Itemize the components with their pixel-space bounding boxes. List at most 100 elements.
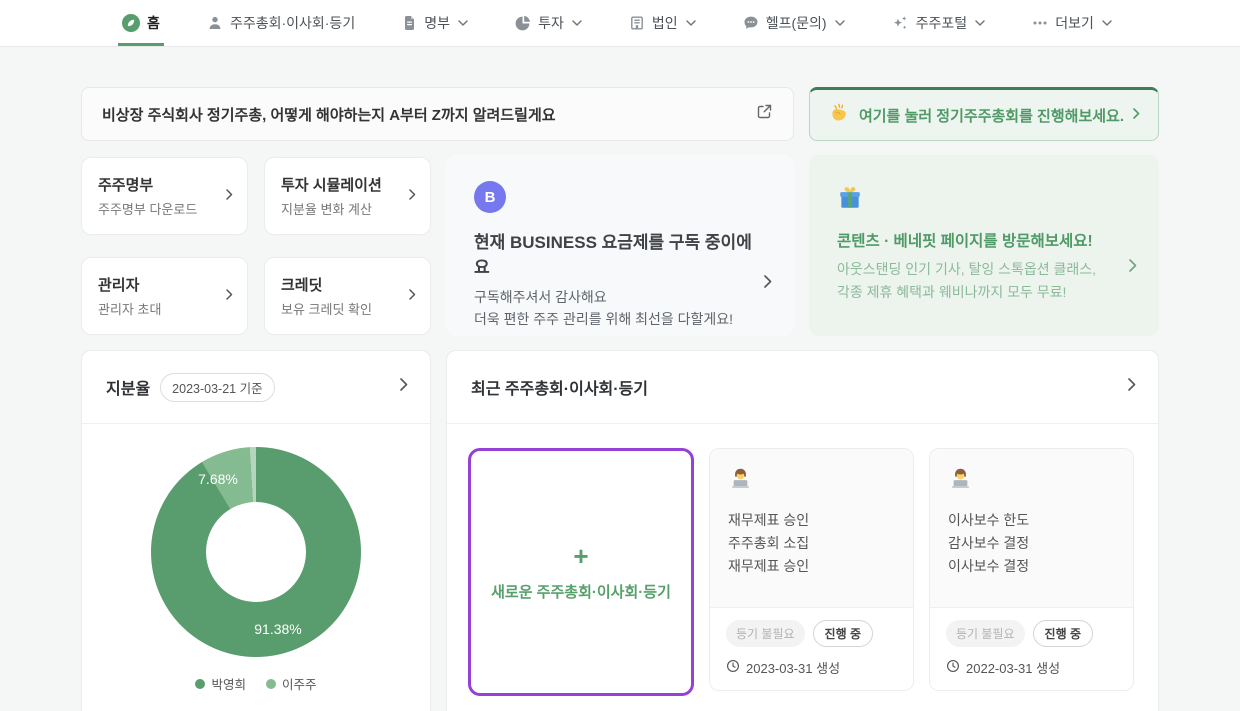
notice-banner-text: 비상장 주식회사 정기주총, 어떻게 해야하는지 A부터 Z까지 알려드릴게요 bbox=[102, 104, 556, 125]
nav-label: 홈 bbox=[147, 13, 160, 33]
registration-badge: 등기 불필요 bbox=[726, 620, 805, 647]
cta-banner-annual-meeting[interactable]: 여기를 눌러 정기주주총회를 진행해보세요. bbox=[809, 87, 1159, 141]
clock-icon bbox=[726, 659, 740, 676]
plan-body: 구독해주셔서 감사해요 더욱 편한 주주 관리를 위해 최선을 다할게요! bbox=[474, 287, 766, 330]
building-icon bbox=[629, 15, 645, 31]
chevron-right-icon bbox=[226, 187, 233, 205]
legend-item: 이주주 bbox=[266, 674, 317, 693]
nav-label: 주주포털 bbox=[916, 13, 968, 33]
equity-donut: 7.68% 91.38% bbox=[151, 447, 361, 657]
plus-icon: + bbox=[573, 543, 588, 569]
meeting-card-top: 이사보수 한도 감사보수 결정 이사보수 결정 bbox=[930, 449, 1133, 607]
meeting-card-top: 재무제표 승인 주주총회 소집 재무제표 승인 bbox=[710, 449, 913, 607]
chevron-right-icon bbox=[409, 187, 416, 205]
meeting-card-1[interactable]: 재무제표 승인 주주총회 소집 재무제표 승인 등기 불필요 진행 중 2023… bbox=[709, 448, 914, 691]
quick-card-subtitle: 주주명부 다운로드 bbox=[98, 199, 231, 218]
nav-label: 더보기 bbox=[1055, 13, 1094, 33]
agenda-line: 이사보수 결정 bbox=[948, 555, 1115, 578]
nav-label: 헬프(문의) bbox=[766, 13, 827, 33]
quick-card-credit[interactable]: 크레딧 보유 크레딧 확인 bbox=[264, 257, 431, 335]
chevron-right-icon[interactable] bbox=[1128, 378, 1136, 396]
quick-card-shareholder-list[interactable]: 주주명부 주주명부 다운로드 bbox=[81, 157, 248, 235]
meetings-title: 최근 주주총회·이사회·등기 bbox=[471, 375, 648, 399]
plan-line2: 더욱 편한 주주 관리를 위해 최선을 다할게요! bbox=[474, 311, 733, 327]
equity-panel-header: 지분율 2023-03-21 기준 bbox=[82, 351, 430, 424]
chevron-down-icon bbox=[572, 20, 582, 26]
donut-hole bbox=[206, 502, 306, 602]
chevron-right-icon bbox=[764, 275, 772, 293]
clap-icon bbox=[828, 102, 850, 129]
donut-label-minor: 7.68% bbox=[198, 471, 238, 487]
nav-item-more[interactable]: 더보기 bbox=[1032, 0, 1112, 46]
quick-card-investment-simulation[interactable]: 투자 시뮬레이션 지분율 변화 계산 bbox=[264, 157, 431, 235]
nav-label: 법인 bbox=[652, 13, 678, 33]
benefit-line2: 각종 제휴 혜택과 웨비나까지 모두 무료! bbox=[837, 284, 1066, 300]
legend-item: 박영희 bbox=[195, 674, 246, 693]
meeting-card-footer: 등기 불필요 진행 중 2022-03-31 생성 bbox=[930, 607, 1133, 690]
quick-card-title: 투자 시뮬레이션 bbox=[281, 174, 414, 195]
created-date: 2022-03-31 생성 bbox=[966, 658, 1060, 677]
main-content: 비상장 주식회사 정기주총, 어떻게 해야하는지 A부터 Z까지 알려드릴게요 … bbox=[81, 87, 1159, 711]
nav-label: 명부 bbox=[424, 13, 450, 33]
created-date: 2023-03-31 생성 bbox=[746, 658, 840, 677]
equity-as-of-badge: 2023-03-21 기준 bbox=[160, 373, 274, 402]
registration-badge: 등기 불필요 bbox=[946, 620, 1025, 647]
nav-item-investment[interactable]: 투자 bbox=[515, 0, 582, 46]
agenda-line: 감사보수 결정 bbox=[948, 532, 1115, 555]
nav-item-register[interactable]: 명부 bbox=[402, 0, 468, 46]
quick-links-grid: 주주명부 주주명부 다운로드 투자 시뮬레이션 지분율 변화 계산 관리자 관리… bbox=[81, 155, 431, 336]
agenda-line: 재무제표 승인 bbox=[728, 509, 895, 532]
chevron-right-icon bbox=[1129, 259, 1137, 277]
plan-badge-icon: B bbox=[474, 181, 506, 213]
status-badge: 진행 중 bbox=[813, 620, 873, 647]
nav-item-meetings[interactable]: 주주총회·이사회·등기 bbox=[207, 0, 355, 46]
notice-banner[interactable]: 비상장 주식회사 정기주총, 어떻게 해야하는지 A부터 Z까지 알려드릴게요 bbox=[81, 87, 794, 141]
technologist-icon bbox=[948, 478, 973, 495]
meeting-agenda: 재무제표 승인 주주총회 소집 재무제표 승인 bbox=[728, 509, 895, 578]
new-meeting-label: 새로운 주주총회·이사회·등기 bbox=[491, 581, 671, 602]
nav-item-help[interactable]: 헬프(문의) bbox=[743, 0, 845, 46]
meetings-card-row: + 새로운 주주총회·이사회·등기 재무제표 승인 주주총회 소집 재무제표 승… bbox=[447, 424, 1158, 711]
donut-label-major: 91.38% bbox=[254, 621, 301, 637]
agenda-line: 재무제표 승인 bbox=[728, 555, 895, 578]
equity-title: 지분율 bbox=[106, 375, 150, 399]
meeting-card-2[interactable]: 이사보수 한도 감사보수 결정 이사보수 결정 등기 불필요 진행 중 2022… bbox=[929, 448, 1134, 691]
nav-label: 투자 bbox=[538, 13, 564, 33]
chevron-down-icon bbox=[458, 20, 468, 26]
plan-line1: 구독해주셔서 감사해요 bbox=[474, 289, 607, 305]
document-icon bbox=[402, 15, 417, 31]
benefit-line1: 아웃스탠딩 인기 기사, 탈잉 스톡옵션 클래스, bbox=[837, 261, 1096, 277]
content-benefit-card[interactable]: 콘텐츠 · 베네핏 페이지를 방문해보세요! 아웃스탠딩 인기 기사, 탈잉 스… bbox=[809, 155, 1159, 336]
status-badge: 진행 중 bbox=[1033, 620, 1093, 647]
quick-card-subtitle: 관리자 초대 bbox=[98, 299, 231, 318]
equity-legend: 박영희 이주주 bbox=[195, 674, 316, 693]
nav-item-shareholder-portal[interactable]: 주주포털 bbox=[892, 0, 986, 46]
cta-banner-text: 여기를 눌러 정기주주총회를 진행해보세요. bbox=[859, 105, 1124, 126]
pie-chart-icon bbox=[515, 15, 531, 31]
chevron-down-icon bbox=[1102, 20, 1112, 26]
quick-card-subtitle: 지분율 변화 계산 bbox=[281, 199, 414, 218]
recent-meetings-panel: 최근 주주총회·이사회·등기 + 새로운 주주총회·이사회·등기 재무제표 승인… bbox=[446, 350, 1159, 711]
legend-label: 이주주 bbox=[282, 674, 317, 693]
benefit-title: 콘텐츠 · 베네핏 페이지를 방문해보세요! bbox=[837, 229, 1131, 251]
external-link-icon bbox=[756, 103, 773, 125]
chevron-right-icon[interactable] bbox=[400, 378, 408, 396]
chevron-right-icon bbox=[1133, 106, 1140, 124]
meetings-panel-header: 최근 주주총회·이사회·등기 bbox=[447, 351, 1158, 424]
subscription-plan-card[interactable]: B 현재 BUSINESS 요금제를 구독 중이에요 구독해주셔서 감사해요 더… bbox=[446, 155, 794, 336]
top-navigation: 홈 주주총회·이사회·등기 명부 투자 bbox=[0, 0, 1240, 47]
chevron-right-icon bbox=[409, 287, 416, 305]
new-meeting-card[interactable]: + 새로운 주주총회·이사회·등기 bbox=[468, 448, 694, 696]
quick-card-admin[interactable]: 관리자 관리자 초대 bbox=[81, 257, 248, 335]
technologist-icon bbox=[728, 478, 753, 495]
nav-item-corporation[interactable]: 법인 bbox=[629, 0, 696, 46]
chevron-right-icon bbox=[226, 287, 233, 305]
legend-label: 박영희 bbox=[211, 674, 246, 693]
nav-item-home[interactable]: 홈 bbox=[122, 0, 160, 46]
quick-card-title: 주주명부 bbox=[98, 174, 231, 195]
quick-card-subtitle: 보유 크레딧 확인 bbox=[281, 299, 414, 318]
chevron-down-icon bbox=[975, 20, 985, 26]
person-icon bbox=[207, 15, 223, 31]
quick-card-title: 관리자 bbox=[98, 274, 231, 295]
plan-title: 현재 BUSINESS 요금제를 구독 중이에요 bbox=[474, 228, 766, 278]
